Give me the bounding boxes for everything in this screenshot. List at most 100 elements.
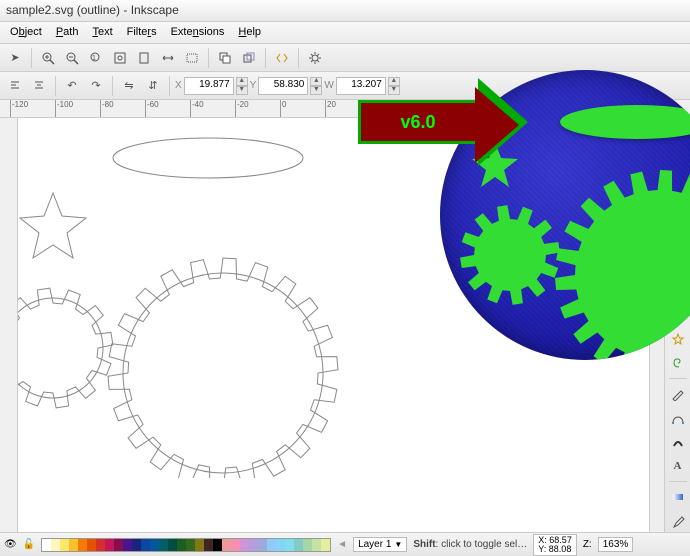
- zoom-1to1-icon[interactable]: 1: [85, 47, 107, 69]
- version-label: v6.0: [400, 112, 435, 133]
- color-swatch[interactable]: [114, 539, 123, 551]
- color-swatch[interactable]: [249, 539, 258, 551]
- separator: [669, 481, 687, 482]
- color-swatch[interactable]: [177, 539, 186, 551]
- flip-h-icon[interactable]: ⇋: [118, 75, 140, 97]
- color-swatch[interactable]: [132, 539, 141, 551]
- separator: [112, 76, 113, 96]
- color-swatch[interactable]: [96, 539, 105, 551]
- zoom-out-icon[interactable]: [61, 47, 83, 69]
- color-swatch[interactable]: [285, 539, 294, 551]
- gradient-tool-icon[interactable]: [667, 486, 689, 508]
- svg-text:1: 1: [92, 55, 96, 62]
- xml-editor-icon[interactable]: [271, 47, 293, 69]
- color-swatch[interactable]: [240, 539, 249, 551]
- pencil-tool-icon[interactable]: [667, 383, 689, 405]
- color-swatch[interactable]: [276, 539, 285, 551]
- separator: [208, 48, 209, 68]
- window-titlebar: sample2.svg (outline) - Inkscape: [0, 0, 690, 22]
- preferences-icon[interactable]: [304, 47, 326, 69]
- chevron-down-icon: ▼: [394, 540, 402, 549]
- separator: [265, 48, 266, 68]
- color-swatch[interactable]: [105, 539, 114, 551]
- color-swatch[interactable]: [195, 539, 204, 551]
- color-swatch[interactable]: [321, 539, 330, 551]
- x-coord-field: X 19.877 ▲▼: [175, 77, 248, 95]
- color-swatch[interactable]: [123, 539, 132, 551]
- menu-object[interactable]: Object: [4, 24, 48, 41]
- calligraphy-tool-icon[interactable]: [667, 431, 689, 453]
- gear-teeth: [18, 118, 358, 478]
- color-swatch[interactable]: [69, 539, 78, 551]
- menu-extensions[interactable]: Extensions: [165, 24, 231, 41]
- printed-ellipse: [560, 105, 690, 139]
- layer-selector[interactable]: Layer 1 ▼: [353, 537, 407, 552]
- color-swatch[interactable]: [150, 539, 159, 551]
- color-swatch[interactable]: [60, 539, 69, 551]
- color-swatch[interactable]: [267, 539, 276, 551]
- color-swatch[interactable]: [78, 539, 87, 551]
- palette-scroll-icon[interactable]: ◄: [337, 539, 347, 550]
- align-left-icon[interactable]: [4, 75, 26, 97]
- rotate-cw-icon[interactable]: ↷: [85, 75, 107, 97]
- pointer-icon[interactable]: ➤: [4, 47, 26, 69]
- y-input[interactable]: 58.830: [258, 77, 308, 95]
- menu-path[interactable]: Path: [50, 24, 85, 41]
- x-input[interactable]: 19.877: [184, 77, 234, 95]
- dropper-tool-icon[interactable]: [667, 510, 689, 532]
- color-swatch[interactable]: [51, 539, 60, 551]
- color-swatch[interactable]: [222, 539, 231, 551]
- w-input[interactable]: 13.207: [336, 77, 386, 95]
- color-swatch[interactable]: [204, 539, 213, 551]
- status-hint: Shift: click to toggle sel…: [413, 539, 527, 550]
- color-swatch[interactable]: [258, 539, 267, 551]
- ruler-vertical: [0, 118, 18, 532]
- color-swatch[interactable]: [87, 539, 96, 551]
- menu-help[interactable]: Help: [232, 24, 267, 41]
- cursor-coords: X: 68.57 Y: 88.08: [533, 534, 577, 556]
- align2-icon[interactable]: [28, 75, 50, 97]
- x-stepper[interactable]: ▲▼: [236, 77, 248, 95]
- color-swatch[interactable]: [42, 539, 51, 551]
- zoom-width-icon[interactable]: [157, 47, 179, 69]
- printed-big-gear: [550, 165, 690, 360]
- x-label: X: [175, 80, 182, 91]
- zoom-fit-icon[interactable]: [109, 47, 131, 69]
- separator: [55, 76, 56, 96]
- bezier-tool-icon[interactable]: [667, 407, 689, 429]
- text-tool-icon[interactable]: A: [667, 455, 689, 477]
- y-coord-field: Y 58.830 ▲▼: [250, 77, 323, 95]
- visibility-toggle-icon[interactable]: 👁: [4, 539, 17, 550]
- window-title: sample2.svg (outline) - Inkscape: [6, 3, 179, 17]
- color-swatch[interactable]: [186, 539, 195, 551]
- zoom-in-icon[interactable]: [37, 47, 59, 69]
- color-swatch[interactable]: [213, 539, 222, 551]
- separator: [31, 48, 32, 68]
- color-palette: [41, 538, 331, 552]
- lock-toggle-icon[interactable]: 🔓: [23, 539, 35, 550]
- color-swatch[interactable]: [231, 539, 240, 551]
- separator: [169, 76, 170, 96]
- color-swatch[interactable]: [312, 539, 321, 551]
- statusbar: 👁 🔓 ◄ Layer 1 ▼ Shift: click to toggle s…: [0, 532, 690, 556]
- menu-filters[interactable]: Filters: [121, 24, 163, 41]
- y-label: Y: [250, 80, 257, 91]
- version-arrow: v6.0: [358, 100, 478, 144]
- zoom-drawing-icon[interactable]: [181, 47, 203, 69]
- menu-text[interactable]: Text: [86, 24, 118, 41]
- color-swatch[interactable]: [141, 539, 150, 551]
- color-swatch[interactable]: [168, 539, 177, 551]
- zoom-page-icon[interactable]: [133, 47, 155, 69]
- clone-icon[interactable]: [238, 47, 260, 69]
- duplicate-icon[interactable]: [214, 47, 236, 69]
- rotate-ccw-icon[interactable]: ↶: [61, 75, 83, 97]
- menubar: Object Path Text Filters Extensions Help: [0, 22, 690, 44]
- toolbar-main: ➤ 1: [0, 44, 690, 72]
- y-stepper[interactable]: ▲▼: [310, 77, 322, 95]
- color-swatch[interactable]: [303, 539, 312, 551]
- zoom-field[interactable]: 163%: [598, 537, 634, 552]
- color-swatch[interactable]: [159, 539, 168, 551]
- color-swatch[interactable]: [294, 539, 303, 551]
- flip-v-icon[interactable]: ⇵: [142, 75, 164, 97]
- w-stepper[interactable]: ▲▼: [388, 77, 400, 95]
